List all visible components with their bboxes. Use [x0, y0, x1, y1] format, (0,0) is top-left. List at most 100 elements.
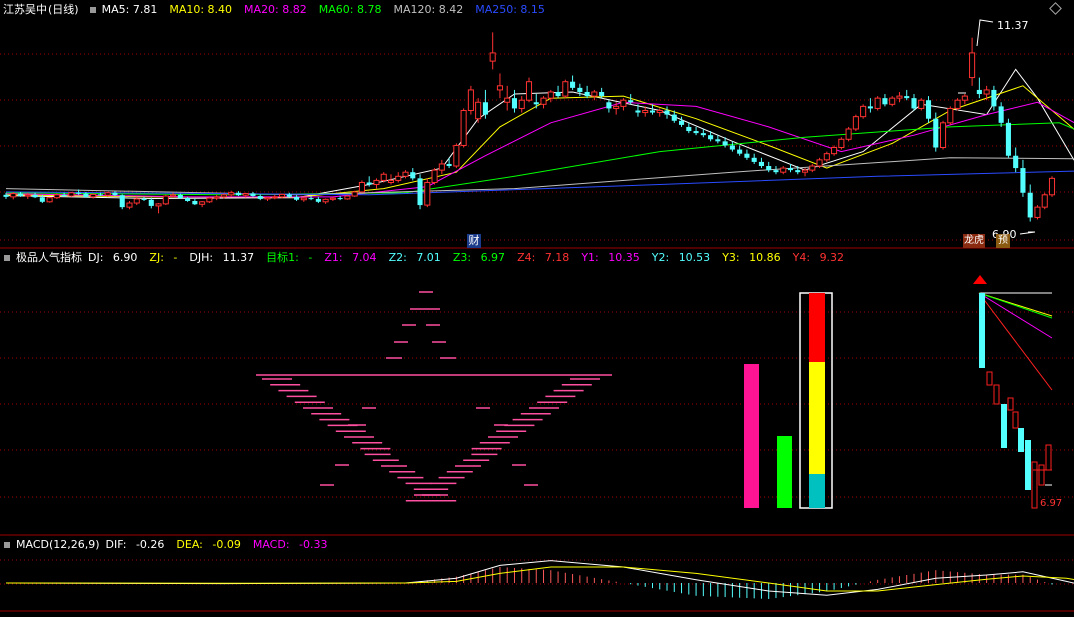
candle — [257, 194, 263, 201]
candle-body — [715, 139, 721, 142]
candle — [453, 143, 460, 169]
candle-body — [271, 196, 278, 199]
candle — [271, 194, 278, 200]
candle-body — [700, 133, 706, 136]
candle-body — [358, 181, 365, 193]
dj-label: DJ: 6.90 — [88, 251, 138, 264]
candle — [438, 159, 445, 175]
dragon-tiger-badge[interactable]: 龙虎 — [963, 234, 985, 248]
candle — [417, 174, 423, 210]
candle-body — [831, 147, 838, 155]
dif-label: DIF: -0.26 — [105, 538, 165, 551]
candle-body — [954, 99, 961, 109]
chart-stage[interactable]: 江苏吴中 (日线) MA5: 7.81 MA10: 8.40 MA20: 8.8… — [0, 0, 1074, 613]
candle — [686, 122, 692, 134]
candle — [294, 195, 300, 201]
candle-body — [744, 153, 750, 158]
candle-body — [424, 181, 431, 206]
candle-body — [722, 141, 728, 146]
ma120-line — [5, 157, 1074, 196]
candle-body — [162, 195, 169, 205]
stacked-bar-red — [809, 293, 825, 362]
candle-body — [286, 194, 292, 197]
candle — [141, 196, 147, 201]
candle-body — [838, 138, 845, 149]
candle-body — [387, 179, 395, 183]
candle — [329, 196, 336, 201]
candle-body — [300, 197, 307, 201]
mini-candle — [1031, 461, 1038, 509]
candle-body — [17, 193, 24, 197]
mini-candle — [1025, 440, 1031, 490]
candle-body — [635, 110, 641, 113]
candle-body — [547, 91, 554, 99]
square-icon — [4, 255, 10, 261]
candle — [1027, 184, 1033, 222]
candle — [729, 141, 735, 152]
period-label: (日线) — [48, 3, 79, 16]
candle-body — [896, 95, 903, 99]
candle-body — [344, 195, 351, 200]
candle — [570, 75, 576, 90]
candle — [961, 94, 968, 105]
candle-body — [708, 135, 714, 140]
candle-body — [496, 85, 503, 91]
forecast-badge[interactable]: 预 — [996, 234, 1010, 248]
candle-body — [337, 198, 343, 200]
candle — [460, 108, 467, 148]
candle — [584, 85, 590, 99]
candle-body — [504, 97, 511, 103]
candle — [852, 114, 859, 132]
candle-body — [402, 171, 409, 177]
candle-body — [373, 179, 380, 186]
candle-body — [1034, 206, 1041, 218]
candle-body — [53, 194, 60, 199]
candle-body — [540, 97, 547, 105]
candle-body — [46, 197, 53, 203]
mini-candle — [979, 293, 985, 368]
candle — [831, 145, 838, 156]
indicator-legend: 极品人气指标 DJ: 6.90 ZJ: - DJH: 11.37 目标1: - … — [0, 250, 856, 266]
candle — [199, 200, 206, 208]
candle-body — [737, 149, 743, 154]
candle — [795, 166, 801, 175]
square-icon — [89, 7, 96, 13]
candle-body — [76, 192, 82, 194]
candle — [1048, 176, 1056, 197]
candle-body — [475, 101, 482, 120]
mini-candle — [1038, 464, 1045, 486]
candle — [976, 77, 982, 99]
ma5-line — [5, 68, 1074, 200]
candle-body — [656, 109, 663, 114]
macd-title: MACD(12,26,9) — [16, 538, 100, 551]
macd-legend: MACD(12,26,9) DIF: -0.26 DEA: -0.09 MACD… — [0, 537, 340, 553]
candle-body — [801, 169, 809, 173]
candle — [904, 89, 910, 101]
finance-badge[interactable]: 财 — [467, 234, 481, 248]
candle-body — [795, 170, 801, 173]
indicator-low-label: 6.97 — [1040, 498, 1063, 509]
candle-body — [3, 194, 9, 197]
ma250-line — [5, 170, 1074, 196]
target-line — [978, 292, 1053, 339]
mini-candle — [986, 371, 993, 386]
square-icon — [4, 542, 10, 548]
candle — [264, 196, 271, 201]
candle-body — [220, 194, 227, 198]
candle — [823, 151, 830, 162]
candle-body — [417, 178, 423, 206]
candle-body — [133, 198, 140, 204]
indicator-graphics — [256, 275, 1053, 509]
candle-body — [250, 193, 256, 197]
candle-body — [199, 201, 206, 205]
indicator-title: 极品人气指标 — [16, 251, 82, 264]
candle-body — [613, 105, 620, 109]
candle-body — [620, 99, 627, 107]
candle-body — [678, 120, 685, 125]
candle-body — [242, 193, 249, 196]
candle-body — [264, 197, 271, 200]
candle — [482, 89, 488, 119]
candle-body — [751, 157, 757, 162]
candle — [431, 168, 438, 185]
candle-body — [671, 114, 677, 121]
